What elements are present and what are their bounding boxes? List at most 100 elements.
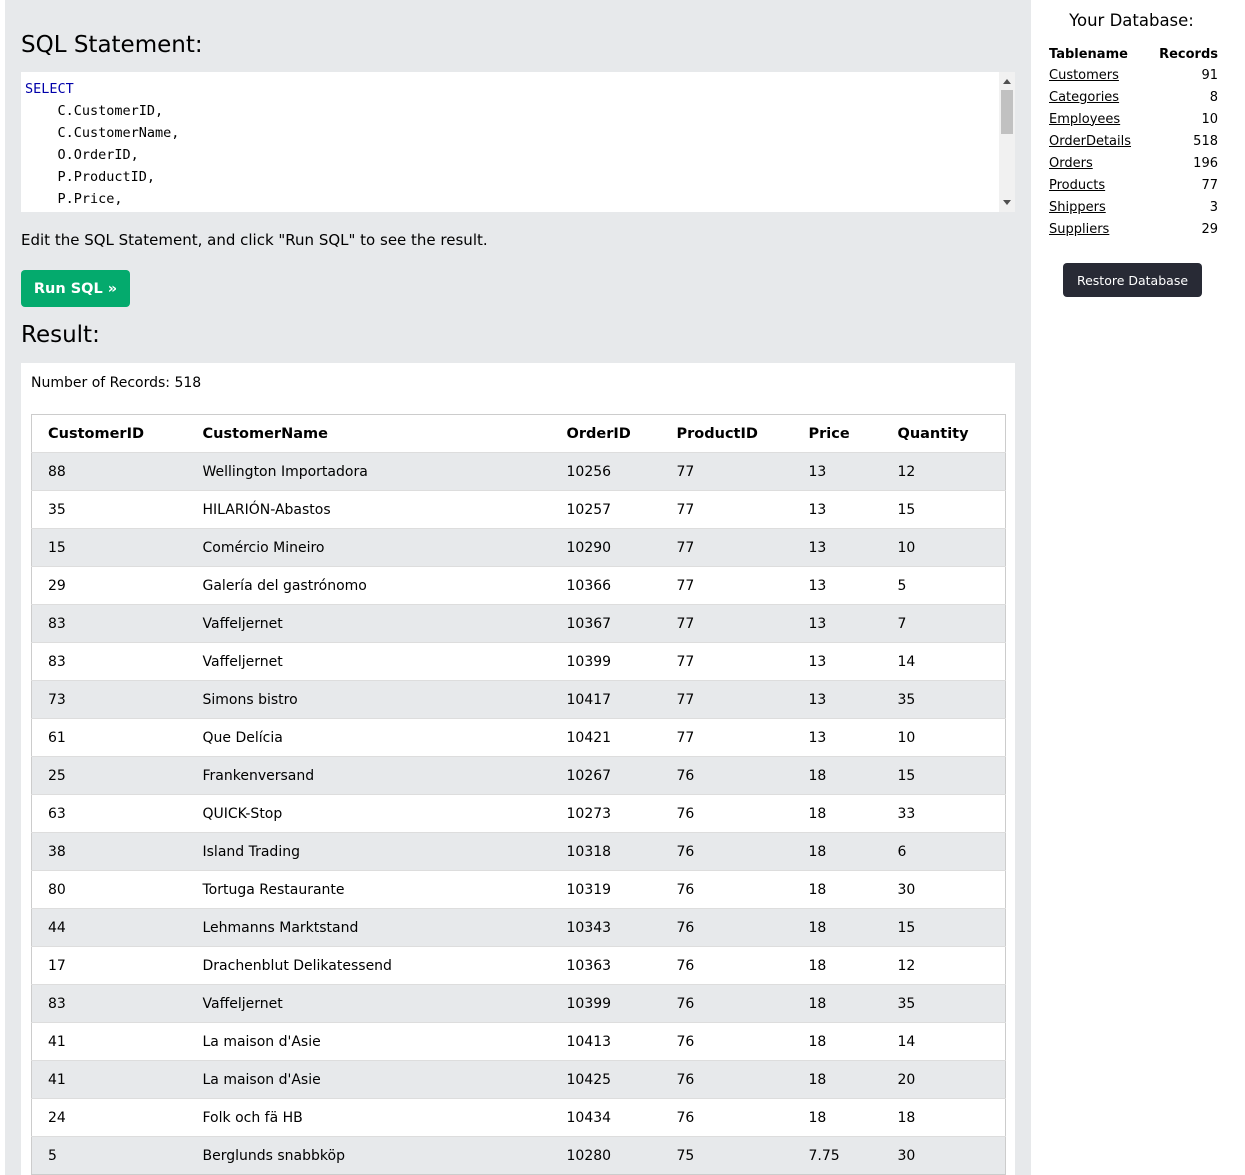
table-row: 29 Galería del gastrónomo 10366 77 13 5	[31, 566, 1006, 605]
database-table-name-cell: OrderDetails	[1043, 130, 1144, 152]
table-cell: 13	[792, 528, 882, 567]
scroll-down-arrow-icon[interactable]	[1003, 200, 1011, 205]
table-cell: 76	[660, 756, 793, 795]
table-cell: 33	[881, 794, 1006, 833]
table-cell: 76	[660, 908, 793, 947]
result-table: CustomerID CustomerName OrderID ProductID Pr…	[31, 414, 1006, 1175]
table-cell: 10	[881, 718, 1006, 757]
table-cell: 18	[792, 832, 882, 871]
table-row: 25 Frankenversand 10267 76 18 15	[31, 756, 1006, 795]
record-count-cell: 10	[1201, 111, 1218, 127]
table-link-orders[interactable]: Orders	[1049, 156, 1093, 171]
table-row: 73 Simons bistro 10417 77 13 35	[31, 680, 1006, 719]
record-count-cell: 3	[1209, 199, 1218, 215]
sql-code-line[interactable]: P.ProductID,	[25, 166, 179, 188]
table-cell: 76	[660, 870, 793, 909]
table-cell: 10290	[550, 528, 661, 567]
table-cell: 13	[792, 490, 882, 529]
record-count-cell: 91	[1201, 67, 1218, 83]
table-cell: Vaffeljernet	[186, 642, 551, 681]
sql-code-editor[interactable]: SELECT C.CustomerID, C.CustomerName, O.O…	[21, 72, 1015, 212]
run-sql-button[interactable]: Run SQL »	[21, 270, 130, 307]
table-link-categories[interactable]: Categories	[1049, 90, 1119, 105]
table-cell: 63	[31, 794, 187, 833]
table-cell: 18	[792, 1098, 882, 1137]
table-cell: 18	[792, 984, 882, 1023]
table-cell: 10267	[550, 756, 661, 795]
scrollbar-thumb[interactable]	[1001, 90, 1013, 134]
sql-code-line[interactable]: O.OrderID,	[25, 144, 179, 166]
instructions-text: Edit the SQL Statement, and click "Run S…	[21, 231, 488, 249]
table-cell: 38	[31, 832, 187, 871]
record-count-cell: 518	[1193, 133, 1218, 149]
table-cell: 10399	[550, 642, 661, 681]
database-table-row: Customers 91	[1043, 64, 1218, 86]
table-cell: 41	[31, 1060, 187, 1099]
table-link-products[interactable]: Products	[1049, 178, 1105, 193]
sql-code-text[interactable]: SELECT C.CustomerID, C.CustomerName, O.O…	[25, 78, 179, 210]
table-cell: Galería del gastrónomo	[186, 566, 551, 605]
table-row: 88 Wellington Importadora 10256 77 13 12	[31, 452, 1006, 491]
table-cell: 77	[660, 566, 793, 605]
database-table-name-cell: Customers	[1043, 64, 1144, 86]
table-cell: Berglunds snabbköp	[186, 1136, 551, 1175]
table-cell: 7.75	[792, 1136, 882, 1175]
database-table-name-cell: Shippers	[1043, 196, 1144, 218]
sql-editor-panel: SQL Statement: SELECT C.CustomerID, C.Cu…	[5, 0, 1031, 1175]
editor-scrollbar[interactable]	[999, 72, 1015, 212]
table-cell: 7	[881, 604, 1006, 643]
table-cell: 15	[881, 908, 1006, 947]
restore-database-button[interactable]: Restore Database	[1063, 263, 1202, 297]
table-cell: 5	[31, 1136, 187, 1175]
database-table-row: Categories 8	[1043, 86, 1218, 108]
table-cell: Frankenversand	[186, 756, 551, 795]
table-row: 80 Tortuga Restaurante 10319 76 18 30	[31, 870, 1006, 909]
table-cell: 12	[881, 452, 1006, 491]
table-cell: 15	[881, 756, 1006, 795]
table-link-customers[interactable]: Customers	[1049, 68, 1119, 83]
table-cell: 18	[792, 794, 882, 833]
result-header-row: CustomerID CustomerName OrderID ProductID Pr…	[31, 414, 1006, 453]
table-cell: 5	[881, 566, 1006, 605]
table-cell: 77	[660, 528, 793, 567]
your-database-title: Your Database:	[1069, 11, 1194, 30]
table-cell: 10256	[550, 452, 661, 491]
table-cell: 10399	[550, 984, 661, 1023]
record-count-cell: 29	[1201, 221, 1218, 237]
table-row: 41 La maison d'Asie 10425 76 18 20	[31, 1060, 1006, 1099]
table-row: 41 La maison d'Asie 10413 76 18 14	[31, 1022, 1006, 1061]
table-cell: 10367	[550, 604, 661, 643]
table-cell: 13	[792, 566, 882, 605]
table-cell: Simons bistro	[186, 680, 551, 719]
record-count-cell: 196	[1193, 155, 1218, 171]
sql-statement-title: SQL Statement:	[21, 32, 203, 58]
table-cell: 18	[792, 1022, 882, 1061]
tablename-header: Tablename	[1049, 46, 1128, 62]
table-cell: 20	[881, 1060, 1006, 1099]
record-count: Number of Records: 518	[31, 375, 202, 391]
table-link-suppliers[interactable]: Suppliers	[1049, 222, 1109, 237]
sql-code-line[interactable]: C.CustomerName,	[25, 122, 180, 144]
table-link-shippers[interactable]: Shippers	[1049, 200, 1106, 215]
sql-code-line[interactable]: SELECT	[25, 78, 179, 100]
table-cell: La maison d'Asie	[186, 1060, 551, 1099]
scroll-up-arrow-icon[interactable]	[1003, 79, 1011, 84]
table-cell: 15	[881, 490, 1006, 529]
table-cell: 17	[31, 946, 187, 985]
table-cell: 77	[660, 604, 793, 643]
table-link-employees[interactable]: Employees	[1049, 112, 1120, 127]
table-cell: 10434	[550, 1098, 661, 1137]
table-cell: Vaffeljernet	[186, 984, 551, 1023]
table-cell: 18	[881, 1098, 1006, 1137]
table-row: 61 Que Delícia 10421 77 13 10	[31, 718, 1006, 757]
table-row: 5 Berglunds snabbköp 10280 75 7.75 30	[31, 1136, 1006, 1175]
table-cell: 13	[792, 604, 882, 643]
table-cell: 73	[31, 680, 187, 719]
sql-code-line[interactable]: C.CustomerID,	[25, 100, 179, 122]
table-cell: 10417	[550, 680, 661, 719]
result-title: Result:	[21, 322, 100, 348]
table-link-orderdetails[interactable]: OrderDetails	[1049, 134, 1131, 149]
database-table-row: Employees 10	[1043, 108, 1218, 130]
sql-code-line[interactable]: P.Price,	[25, 188, 179, 210]
column-header: Quantity	[881, 414, 1006, 453]
